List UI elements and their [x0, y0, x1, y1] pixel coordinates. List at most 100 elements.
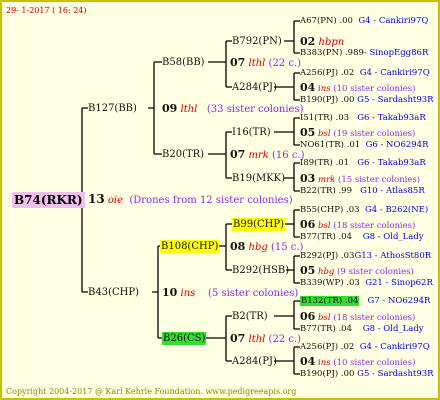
- b99-breeder: bsl: [318, 221, 331, 231]
- leaf-b77a-id: B77(TR) .04: [300, 232, 352, 242]
- leaf-no61[interactable]: NO61(TR) .01 G6 - NO6294R: [300, 139, 428, 152]
- a284b-note: (10 sister colonies): [333, 358, 416, 368]
- copyright-footer: Copyright 2004-2017 @ Karl Kehrle Founda…: [6, 387, 297, 396]
- b292-queen[interactable]: B292(HSB): [232, 264, 289, 277]
- i16-generation: 05: [300, 126, 316, 139]
- b292-note: (9 sister colonies): [337, 267, 414, 277]
- b792-queen[interactable]: B792(PN): [232, 35, 282, 48]
- b20-generation: 07: [230, 148, 246, 161]
- b99-note: (18 sister colonies): [333, 221, 416, 231]
- b58-breeder: lthl: [248, 58, 266, 69]
- leaf-a256a-id: A256(PJ) .02: [300, 68, 355, 78]
- leaf-a67-id: A67(PN) .00: [300, 16, 353, 26]
- b20-queen[interactable]: B20(TR): [162, 148, 204, 161]
- a284a-queen[interactable]: A284(PJ): [232, 81, 277, 94]
- root-breeder: oie: [107, 195, 124, 206]
- root-note: (Drones from 12 sister colonies): [129, 195, 293, 206]
- leaf-b77a-ref: G8 - Old_Lady: [362, 232, 424, 242]
- b127-note: (33 sister colonies): [206, 104, 304, 115]
- leaf-b292l[interactable]: B292(PJ) .03G13 - AthosSt80R: [300, 250, 431, 263]
- leaf-b22-ref: G10 - Atlas85R: [360, 186, 425, 196]
- leaf-b339[interactable]: B339(WP) .03 G21 - Sinop62R: [300, 277, 433, 290]
- leaf-a67[interactable]: A67(PN) .00 G4 - Cankiri97Q: [300, 15, 428, 28]
- b26-queen[interactable]: B26(CS): [162, 332, 207, 345]
- leaf-i89-id: I89(TR) .01: [300, 158, 350, 168]
- b127-breeder: lthl: [180, 104, 198, 115]
- a284b-queen[interactable]: A284(PJ): [232, 355, 277, 368]
- b108-generation: 08: [230, 240, 246, 253]
- leaf-b132-ref: G7 - NO6294R: [367, 296, 431, 306]
- leaf-a256b[interactable]: A256(PJ) .02 G4 - Cankiri97Q: [300, 341, 430, 354]
- leaf-b190b-id: B190(PJ) .00: [300, 369, 355, 379]
- leaf-b190a-ref: G5 - Sardasht93R: [357, 95, 434, 105]
- b2-queen[interactable]: B2(TR): [232, 310, 268, 323]
- b19-breeder: mrk: [318, 175, 336, 185]
- b26-info: 07 lthl (22 c.): [230, 332, 301, 346]
- b58-note: (22 c.): [268, 58, 302, 69]
- leaf-b383-id: B383(PN) .989: [300, 48, 364, 58]
- leaf-b339-id: B339(WP) .03: [300, 278, 360, 288]
- leaf-a256b-id: A256(PJ) .02: [300, 342, 355, 352]
- leaf-b132-id: B132(TR) .04: [300, 296, 360, 306]
- b108-note: (15 c.): [270, 242, 304, 253]
- a284a-breeder: ins: [318, 84, 331, 94]
- b2-generation: 06: [300, 310, 316, 323]
- leaf-b55-id: B55(CHP) .03: [300, 205, 360, 215]
- leaf-b22-id: B22(TR) .99: [300, 186, 352, 196]
- leaf-b190b-ref: G5 - Sardasht93R: [357, 369, 434, 379]
- b43-note: (5 sister colonies): [208, 288, 299, 299]
- a284a-generation: 04: [300, 81, 316, 94]
- b58-info: 07 lthl (22 c.): [230, 56, 301, 70]
- leaf-b292l-id: B292(PJ) .03: [300, 251, 355, 261]
- root-generation: 13: [88, 192, 105, 206]
- b43-info: 10 ins (5 sister colonies): [162, 286, 298, 300]
- leaf-b190a[interactable]: B190(PJ) .00 G5 - Sardasht93R: [300, 94, 434, 107]
- a284b-breeder: ins: [318, 358, 331, 368]
- leaf-b22[interactable]: B22(TR) .99 G10 - Atlas85R: [300, 185, 425, 198]
- leaf-b383-ref: - SinopEgg86R: [363, 48, 429, 58]
- leaf-a256b-ref: G4 - Cankiri97Q: [359, 342, 430, 352]
- i16-breeder: bsl: [318, 129, 331, 139]
- b19-generation: 03: [300, 172, 316, 185]
- b26-breeder: lthl: [248, 334, 266, 345]
- b108-breeder: hbg: [248, 242, 268, 253]
- b19-note: (15 sister colonies): [338, 175, 421, 185]
- b127-info: 09 lthl (33 sister colonies): [162, 102, 304, 116]
- b127-queen[interactable]: B127(BB): [88, 102, 137, 115]
- b43-breeder: ins: [180, 288, 196, 299]
- leaf-b77b[interactable]: B77(TR) .04 G8 - Old_Lady: [300, 323, 424, 336]
- leaf-i89[interactable]: I89(TR) .01 G6 - Takab93aR: [300, 157, 426, 170]
- generated-date: 29- 1-2017 ( 16: 24): [6, 6, 87, 15]
- b2-note: (18 sister colonies): [333, 313, 416, 323]
- b292-breeder: hbg: [318, 267, 335, 277]
- b58-queen[interactable]: B58(BB): [162, 56, 205, 69]
- b292-generation: 05: [300, 264, 316, 277]
- root-queen[interactable]: B74(RKR): [12, 192, 85, 208]
- leaf-b190b[interactable]: B190(PJ) .00 G5 - Sardasht93R: [300, 368, 434, 381]
- root-info-line: 13 oie (Drones from 12 sister colonies): [88, 193, 293, 207]
- leaf-no61-id: NO61(TR) .01: [300, 140, 361, 150]
- leaf-b132[interactable]: B132(TR) .04 G7 - NO6294R: [300, 295, 430, 308]
- leaf-i51-ref: G6 - Takab93aR: [357, 113, 426, 123]
- a284b-generation: 04: [300, 355, 316, 368]
- leaf-i51[interactable]: I51(TR) .03 G6 - Takab93aR: [300, 112, 426, 125]
- b108-info: 08 hbg (15 c.): [230, 240, 303, 254]
- b58-generation: 07: [230, 56, 246, 69]
- leaf-b55-ref: G4 - B262(NE): [364, 205, 429, 215]
- leaf-b292l-ref: G13 - AthosSt80R: [354, 251, 432, 261]
- b26-note: (22 c.): [268, 334, 302, 345]
- leaf-b77b-ref: G8 - Old_Lady: [362, 324, 424, 334]
- b43-queen[interactable]: B43(CHP): [88, 286, 139, 299]
- leaf-a256a[interactable]: A256(PJ) .02 G4 - Cankiri97Q: [300, 67, 430, 80]
- leaf-b77a[interactable]: B77(TR) .04 G8 - Old_Lady: [300, 231, 424, 244]
- leaf-b55[interactable]: B55(CHP) .03 G4 - B262(NE): [300, 204, 428, 217]
- b20-info: 07 mrk (16 c.): [230, 148, 305, 162]
- b99-queen[interactable]: B99(CHP): [232, 218, 285, 231]
- b108-queen[interactable]: B108(CHP): [160, 240, 220, 253]
- i16-queen[interactable]: I16(TR): [232, 126, 271, 139]
- leaf-b383[interactable]: B383(PN) .989- SinopEgg86R: [300, 47, 428, 60]
- leaf-no61-ref: G6 - NO6294R: [365, 140, 429, 150]
- b19-queen[interactable]: B19(MKK): [232, 172, 285, 185]
- b99-generation: 06: [300, 218, 316, 231]
- pedigree-panel: { "header": { "date": "29- 1-2017 ( 16: …: [0, 0, 440, 400]
